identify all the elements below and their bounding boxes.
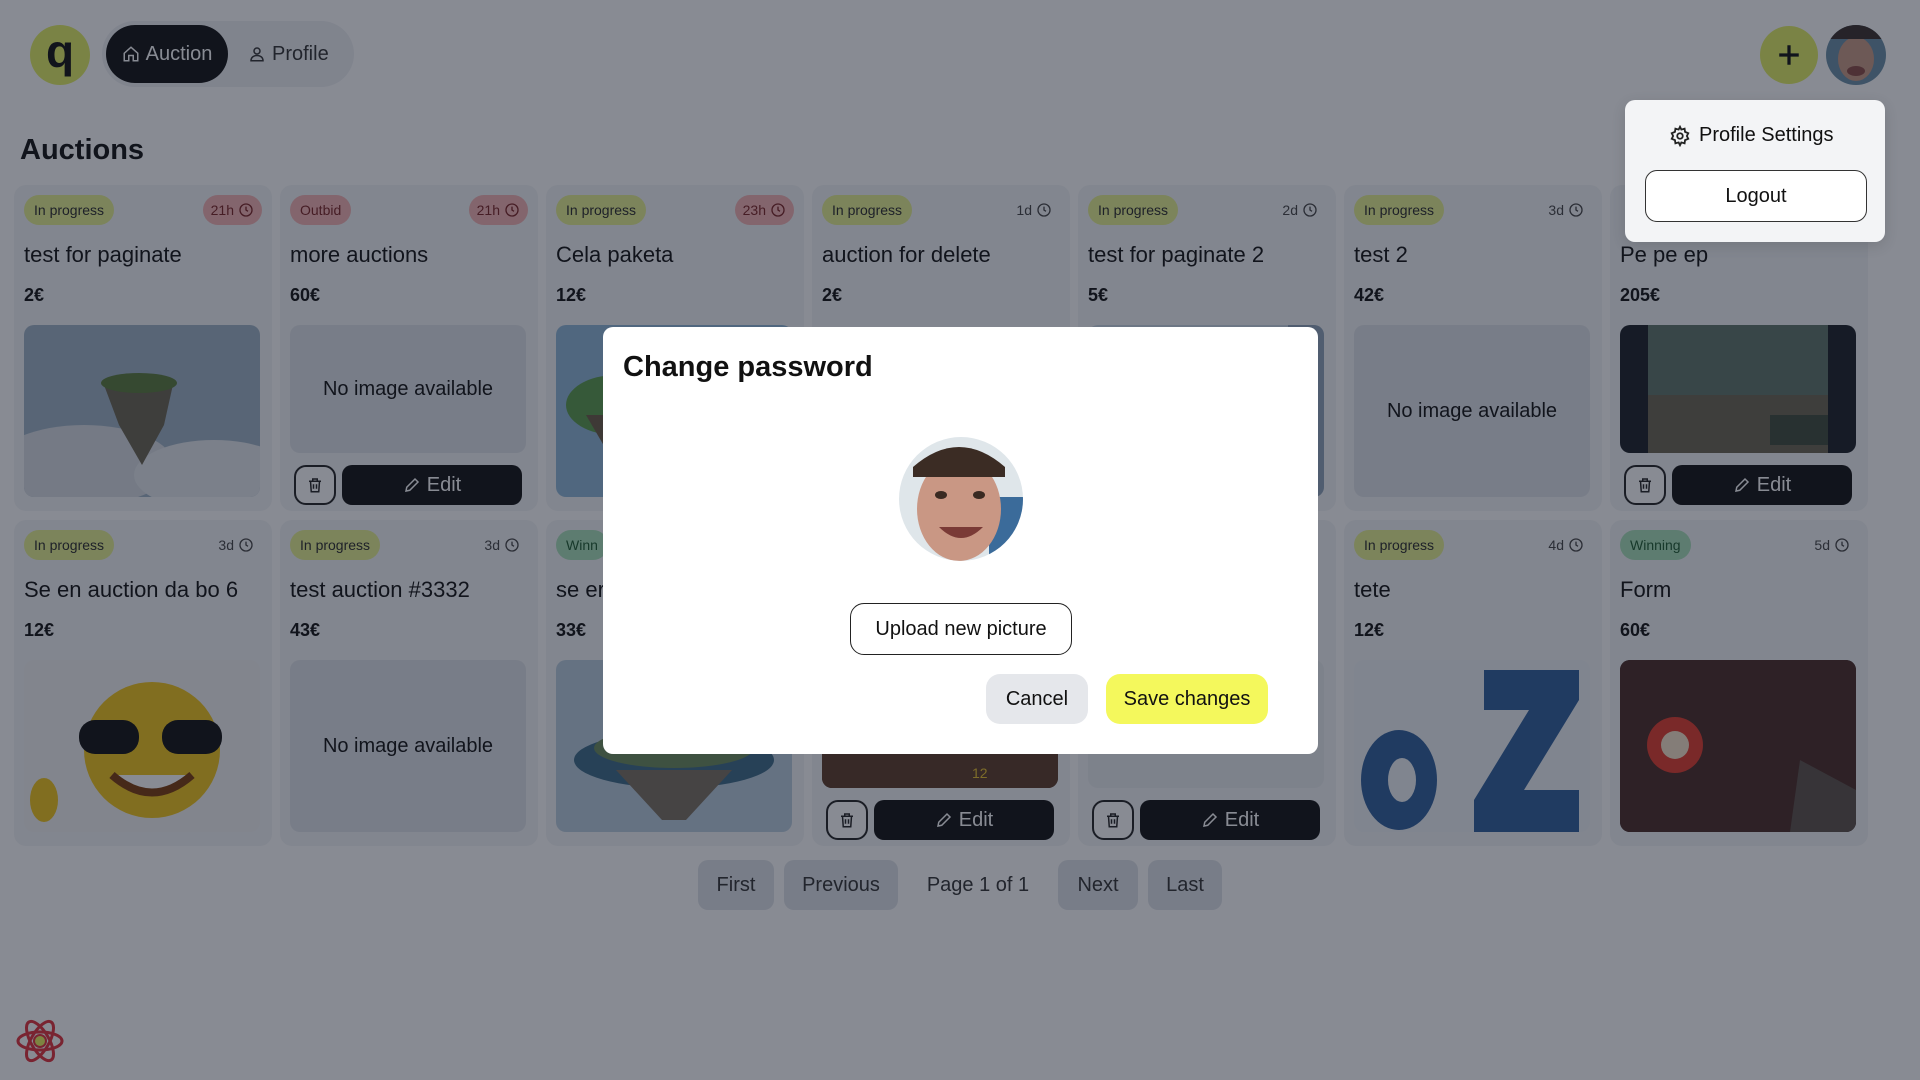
change-password-modal: Change password Upload new picture Cance… bbox=[603, 327, 1318, 754]
profile-settings-label: Profile Settings bbox=[1699, 124, 1834, 146]
logout-button[interactable]: Logout bbox=[1645, 170, 1867, 222]
gear-icon bbox=[1670, 124, 1690, 147]
modal-title: Change password bbox=[623, 351, 873, 383]
profile-settings-item[interactable]: Profile Settings bbox=[1669, 124, 1834, 147]
cancel-button[interactable]: Cancel bbox=[986, 674, 1088, 724]
profile-picture bbox=[899, 437, 1023, 561]
upload-picture-button[interactable]: Upload new picture bbox=[850, 603, 1072, 655]
profile-dropdown: Profile Settings Logout bbox=[1625, 100, 1885, 242]
save-changes-button[interactable]: Save changes bbox=[1106, 674, 1268, 724]
